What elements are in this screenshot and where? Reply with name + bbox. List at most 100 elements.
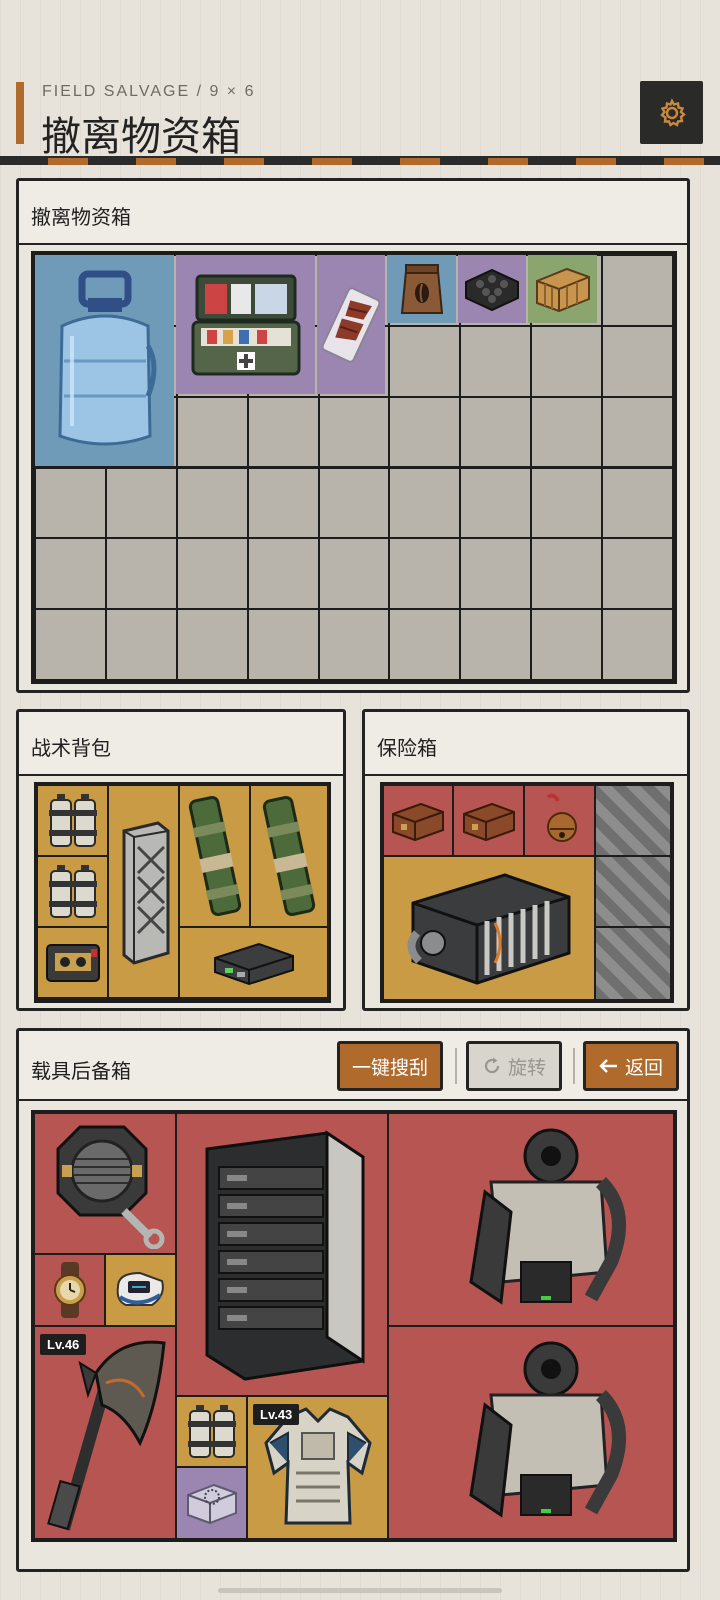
backpack-panel: 战术背包 bbox=[16, 709, 346, 1011]
inventory-item-cable-reel[interactable] bbox=[35, 1114, 175, 1253]
inventory-item-water-jug[interactable] bbox=[35, 255, 174, 466]
inventory-item-wooden-chest[interactable] bbox=[454, 786, 523, 855]
inventory-item-supply-crate[interactable] bbox=[528, 255, 597, 323]
inventory-item-canister-pair[interactable] bbox=[177, 1397, 246, 1466]
coffee-bag-icon bbox=[400, 264, 443, 314]
empty-slot[interactable] bbox=[248, 397, 318, 467]
empty-slot[interactable] bbox=[106, 468, 176, 538]
wooden-chest-icon bbox=[392, 802, 444, 841]
empty-slot[interactable] bbox=[390, 468, 460, 538]
inventory-item-pulse-oximeter[interactable] bbox=[106, 1255, 175, 1325]
gear-icon bbox=[659, 97, 686, 127]
empty-slot[interactable] bbox=[532, 397, 602, 467]
canister-pair-icon bbox=[48, 793, 97, 847]
inventory-item-canister-pair[interactable] bbox=[38, 857, 107, 926]
level-badge: Lv.43 bbox=[253, 1404, 300, 1425]
salvage-box-panel: 撤离物资箱 bbox=[16, 178, 690, 693]
inventory-item-cassette-device[interactable] bbox=[38, 928, 107, 997]
inventory-item-canister-pair[interactable] bbox=[38, 786, 107, 855]
clear-box-icon bbox=[186, 1483, 237, 1525]
toolbar-divider bbox=[573, 1048, 575, 1084]
backpack-grid bbox=[34, 782, 331, 1003]
empty-slot[interactable] bbox=[390, 397, 460, 467]
empty-slot[interactable] bbox=[36, 610, 105, 679]
empty-slot[interactable] bbox=[461, 397, 531, 467]
safe-panel: 保险箱 bbox=[362, 709, 690, 1011]
battle-axe-icon bbox=[47, 1340, 166, 1531]
inventory-item-bell[interactable] bbox=[525, 786, 594, 855]
locked-slot bbox=[596, 786, 670, 855]
empty-slot[interactable] bbox=[319, 610, 389, 679]
wristwatch-icon bbox=[53, 1262, 86, 1318]
home-indicator[interactable] bbox=[218, 1588, 502, 1593]
inventory-item-body-armor[interactable]: Lv.43 bbox=[248, 1397, 387, 1538]
empty-slot[interactable] bbox=[603, 326, 672, 396]
green-tube-icon bbox=[262, 795, 316, 917]
empty-slot[interactable] bbox=[461, 610, 531, 679]
level-badge: Lv.46 bbox=[40, 1334, 87, 1355]
engine-block-icon bbox=[407, 873, 571, 985]
empty-slot[interactable] bbox=[603, 397, 672, 467]
empty-slot[interactable] bbox=[603, 610, 672, 679]
safe-header: 保险箱 bbox=[365, 712, 687, 776]
inventory-item-clear-box[interactable] bbox=[177, 1468, 246, 1538]
loot-all-button[interactable]: 一键搜刮 bbox=[337, 1041, 443, 1091]
empty-slot[interactable] bbox=[319, 539, 389, 609]
inventory-item-wristwatch[interactable] bbox=[35, 1255, 104, 1325]
salvage-box-header: 撤离物资箱 bbox=[19, 181, 687, 245]
wooden-chest-icon bbox=[462, 802, 515, 841]
empty-slot[interactable] bbox=[177, 610, 247, 679]
empty-slot[interactable] bbox=[319, 397, 389, 467]
rotate-label: 旋转 bbox=[507, 1056, 546, 1079]
empty-slot[interactable] bbox=[532, 326, 602, 396]
safe-title: 保险箱 bbox=[377, 736, 437, 760]
exoskeleton-icon bbox=[469, 1128, 626, 1305]
empty-slot[interactable] bbox=[532, 468, 602, 538]
empty-slot[interactable] bbox=[177, 397, 247, 467]
inventory-item-wooden-chest[interactable] bbox=[384, 786, 452, 855]
inventory-item-ammo-tray[interactable] bbox=[458, 255, 526, 323]
empty-slot[interactable] bbox=[36, 468, 105, 538]
empty-slot[interactable] bbox=[390, 610, 460, 679]
empty-slot[interactable] bbox=[461, 326, 531, 396]
inventory-item-coffee-bag[interactable] bbox=[387, 255, 456, 323]
empty-slot[interactable] bbox=[532, 539, 602, 609]
bell-icon bbox=[546, 793, 577, 842]
inventory-item-medical-kit[interactable] bbox=[176, 255, 315, 394]
empty-slot[interactable] bbox=[319, 468, 389, 538]
inventory-item-battle-axe[interactable]: Lv.46 bbox=[35, 1327, 175, 1538]
empty-slot[interactable] bbox=[177, 468, 247, 538]
empty-slot[interactable] bbox=[461, 539, 531, 609]
empty-slot[interactable] bbox=[603, 256, 672, 325]
inventory-item-server-rack[interactable] bbox=[177, 1114, 387, 1395]
empty-slot[interactable] bbox=[248, 468, 318, 538]
inventory-item-metal-case[interactable] bbox=[109, 786, 178, 997]
medical-kit-icon bbox=[191, 274, 300, 375]
settings-button[interactable] bbox=[640, 81, 703, 144]
rotate-button[interactable]: 旋转 bbox=[466, 1041, 562, 1091]
empty-slot[interactable] bbox=[248, 610, 318, 679]
inventory-item-exoskeleton[interactable] bbox=[389, 1114, 673, 1325]
page-title: 撤离物资箱 bbox=[41, 114, 241, 160]
empty-slot[interactable] bbox=[603, 468, 672, 538]
empty-slot[interactable] bbox=[390, 326, 460, 396]
empty-slot[interactable] bbox=[106, 610, 176, 679]
inventory-item-green-tube[interactable] bbox=[180, 786, 249, 926]
empty-slot[interactable] bbox=[106, 539, 176, 609]
empty-slot[interactable] bbox=[603, 539, 672, 609]
inventory-item-green-tube[interactable] bbox=[251, 786, 327, 926]
inventory-item-engine-block[interactable] bbox=[384, 857, 594, 999]
salvage-box-title: 撤离物资箱 bbox=[31, 205, 131, 229]
empty-slot[interactable] bbox=[390, 539, 460, 609]
empty-slot[interactable] bbox=[461, 468, 531, 538]
toolbar-divider bbox=[455, 1048, 457, 1084]
empty-slot[interactable] bbox=[532, 610, 602, 679]
inventory-item-circuit-box[interactable] bbox=[180, 928, 327, 997]
header-subtitle: FIELD SALVAGE / 9 × 6 bbox=[42, 83, 256, 100]
empty-slot[interactable] bbox=[248, 539, 318, 609]
back-button[interactable]: 返回 bbox=[583, 1041, 679, 1091]
empty-slot[interactable] bbox=[177, 539, 247, 609]
empty-slot[interactable] bbox=[36, 539, 105, 609]
inventory-item-jerky-pack[interactable] bbox=[317, 255, 385, 394]
inventory-item-exoskeleton[interactable] bbox=[389, 1327, 673, 1538]
